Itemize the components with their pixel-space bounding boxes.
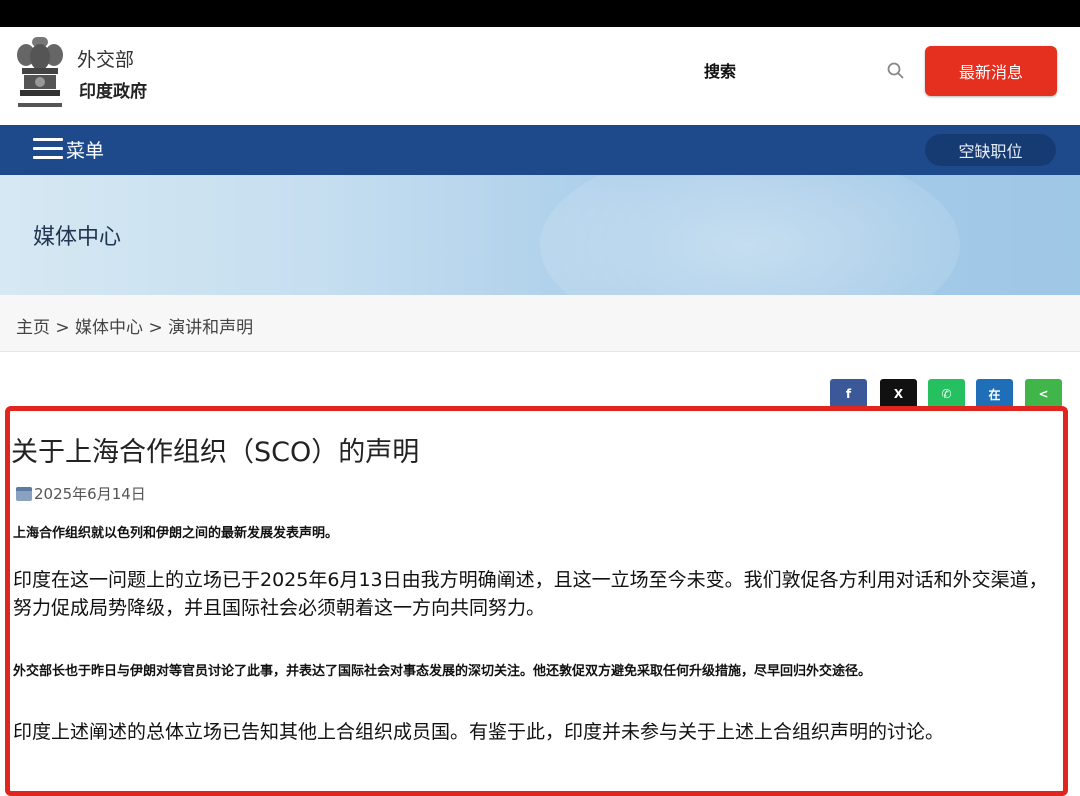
article-date: 2025年6月14日: [34, 485, 146, 503]
breadcrumb: 主页 > 媒体中心 > 演讲和声明: [0, 295, 1080, 352]
latest-news-button[interactable]: 最新消息: [925, 46, 1057, 96]
article-paragraph-4: 印度上述阐述的总体立场已告知其他上合组织成员国。有鉴于此，印度并未参与关于上述上…: [13, 721, 945, 743]
menu-button[interactable]: 菜单: [66, 136, 104, 163]
vacancies-button[interactable]: 空缺职位: [925, 134, 1056, 166]
government-name: 印度政府: [79, 82, 147, 102]
breadcrumb-text[interactable]: 主页 > 媒体中心 > 演讲和声明: [16, 313, 253, 338]
whatsapp-icon: ✆: [941, 387, 952, 401]
main-nav: 菜单 空缺职位: [0, 125, 1080, 175]
article-date-row: 2025年6月14日: [16, 483, 146, 504]
article-paragraph-1: 上海合作组织就以色列和伊朗之间的最新发展发表声明。: [13, 526, 339, 541]
facebook-icon: f: [845, 387, 852, 401]
status-bar: [0, 0, 1080, 27]
share-icon: <: [1038, 387, 1049, 401]
x-icon: X: [893, 387, 904, 401]
facebook-share-button[interactable]: f: [830, 379, 867, 409]
more-share-button[interactable]: <: [1025, 379, 1062, 409]
search-icon[interactable]: [886, 61, 906, 81]
page-banner: 媒体中心: [0, 175, 1080, 295]
x-share-button[interactable]: X: [880, 379, 917, 409]
hamburger-menu-icon[interactable]: [33, 138, 63, 160]
site-header: 外交部 印度政府 搜索 最新消息: [0, 27, 1080, 125]
linkedin-icon: 在: [988, 387, 1001, 402]
linkedin-share-button[interactable]: 在: [976, 379, 1013, 409]
whatsapp-share-button[interactable]: ✆: [928, 379, 965, 409]
ministry-name: 外交部: [77, 49, 135, 71]
article-paragraph-2: 印度在这一问题上的立场已于2025年6月13日由我方明确阐述，且这一立场至今未变…: [13, 569, 1048, 619]
article-paragraph-3: 外交部长也于昨日与伊朗对等官员讨论了此事，并表达了国际社会对事态发展的深切关注。…: [13, 664, 872, 679]
search-label[interactable]: 搜索: [704, 58, 736, 82]
article-title: 关于上海合作组织（SCO）的声明: [11, 437, 420, 468]
national-emblem-icon[interactable]: [14, 35, 66, 115]
calendar-icon: [16, 486, 32, 501]
banner-title: 媒体中心: [33, 225, 122, 250]
